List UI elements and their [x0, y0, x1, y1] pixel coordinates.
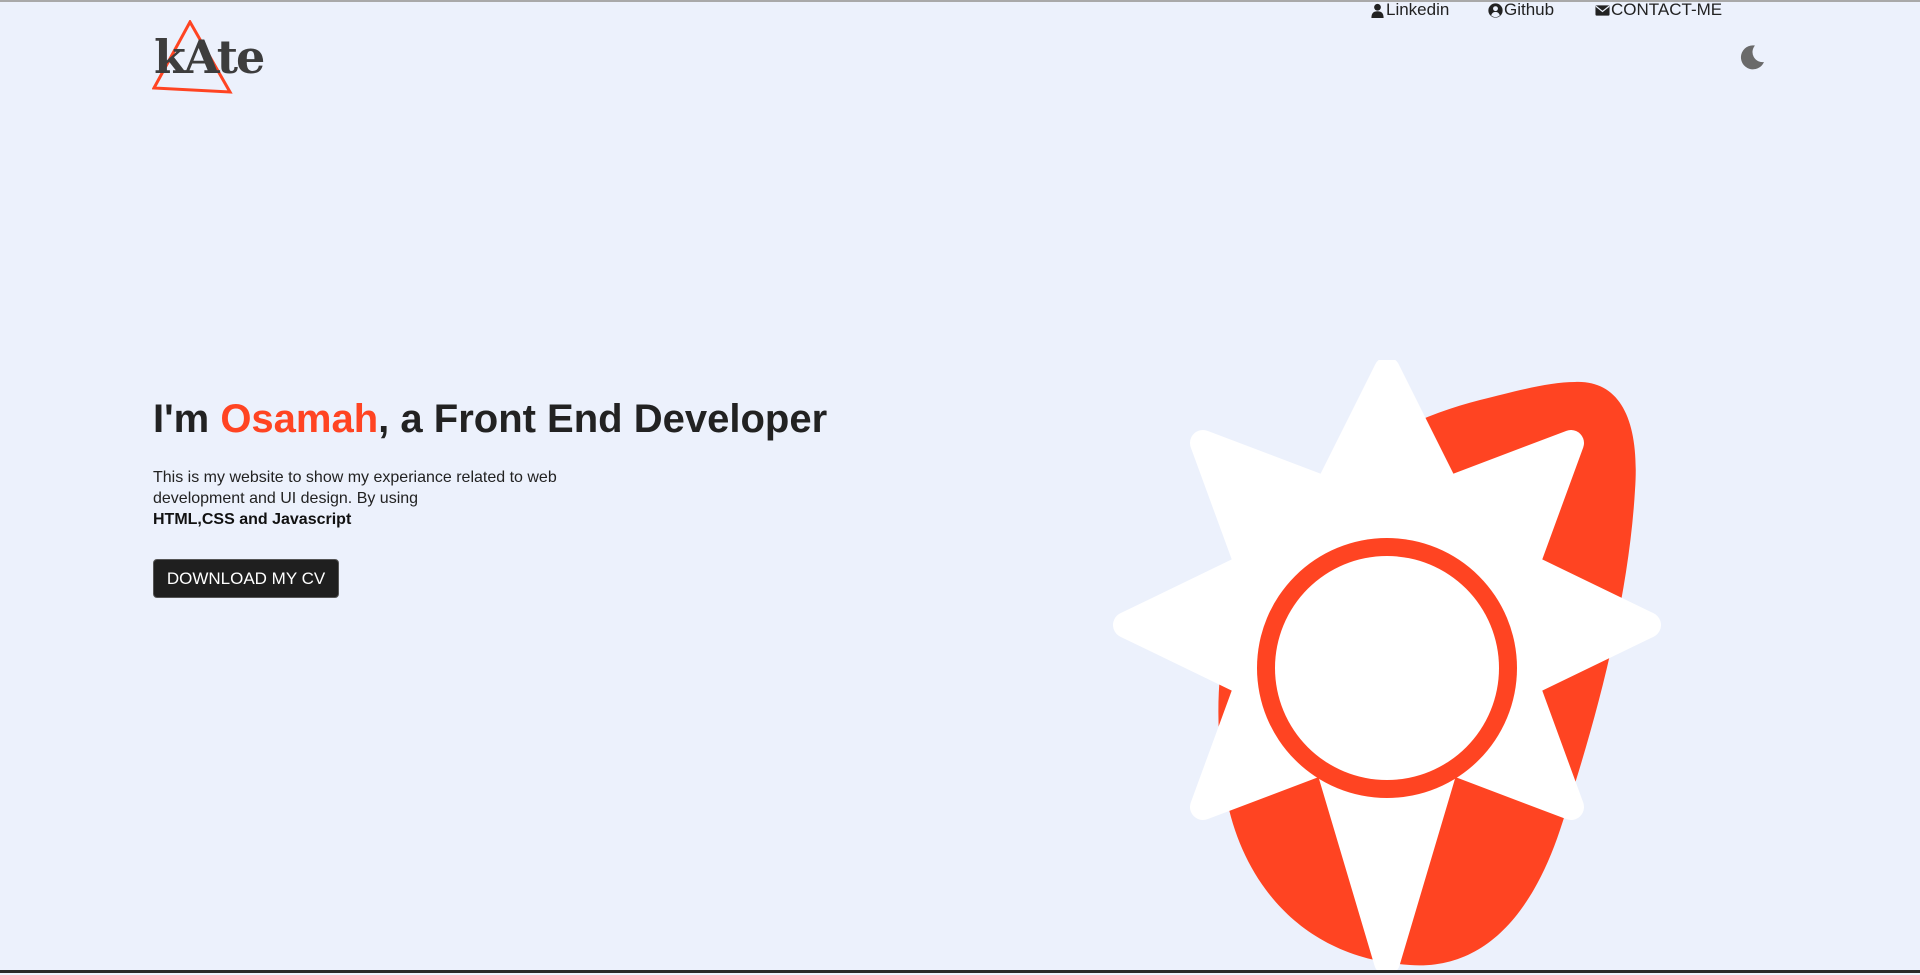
hero-description: This is my website to show my experiance… [153, 467, 583, 530]
user-icon [1370, 3, 1385, 18]
nav-contact[interactable]: CONTACT-ME [1595, 0, 1722, 20]
hero-description-text: This is my website to show my experiance… [153, 469, 557, 507]
nav-linkedin[interactable]: Linkedin [1370, 0, 1449, 20]
hero-title: I'm Osamah, a Front End Developer [153, 397, 827, 441]
github-icon [1488, 2, 1503, 18]
hero-name: Osamah [220, 397, 379, 441]
theme-toggle-button[interactable] [1738, 43, 1766, 71]
nav-linkedin-label: Linkedin [1386, 0, 1450, 19]
moon-icon [1740, 45, 1764, 70]
download-cv-button[interactable]: DOWNLOAD MY CV [153, 559, 339, 598]
sun-icon [1113, 357, 1661, 975]
nav-github[interactable]: Github [1488, 0, 1554, 20]
nav-github-label: Github [1504, 0, 1555, 19]
envelope-icon [1595, 3, 1610, 18]
hero-title-prefix: I'm [153, 397, 221, 441]
logo-text: kAte [154, 30, 265, 84]
hero-title-suffix: , a Front End Developer [378, 397, 828, 441]
hero-illustration [1080, 357, 1700, 975]
nav-contact-label: CONTACT-ME [1611, 0, 1723, 19]
site-logo[interactable]: kAte [152, 20, 265, 96]
site-header: kAte Linkedin Github CONTACT-ME [0, 0, 1920, 120]
tech-stack: HTML,CSS and Javascript [153, 511, 352, 528]
